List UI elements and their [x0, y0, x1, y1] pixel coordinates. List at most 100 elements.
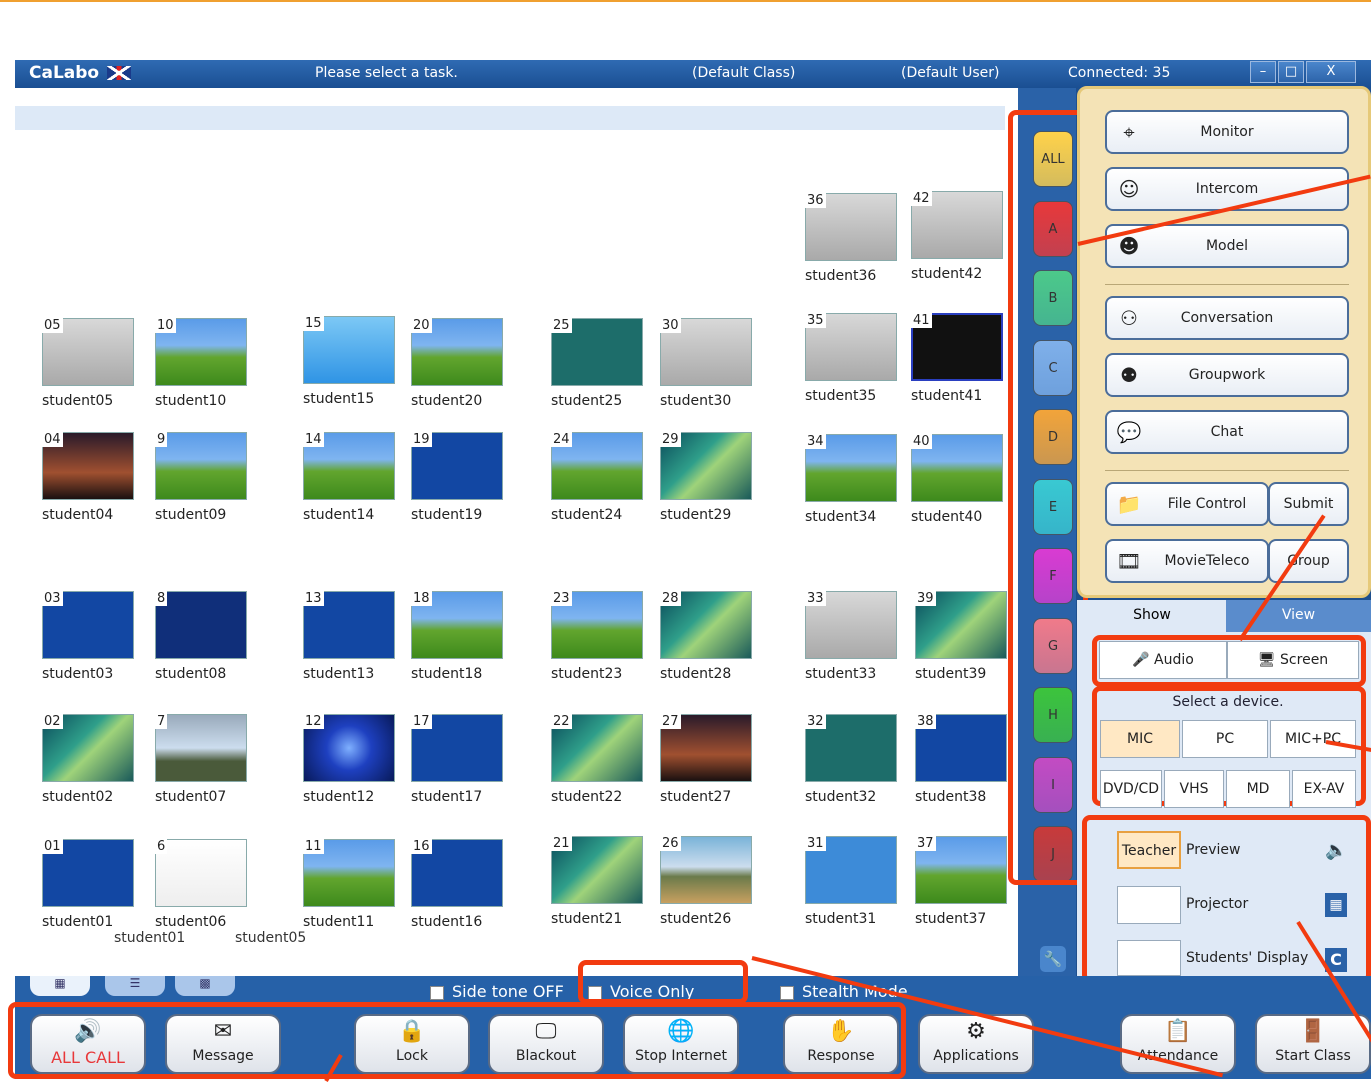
student-tile[interactable]: 11 student11 — [303, 839, 413, 949]
seat-number: 6 — [155, 839, 168, 854]
wrench-icon[interactable]: 🔧 — [1040, 946, 1066, 972]
binoculars-icon: ⌖ — [1123, 120, 1135, 144]
close-button[interactable]: X — [1306, 61, 1356, 83]
student-tile[interactable]: 9 student09 — [155, 432, 265, 542]
student-tile[interactable]: 28 student28 — [660, 591, 770, 701]
blackout-button[interactable]: 🖵 Blackout — [488, 1014, 604, 1074]
thumbnail-view-tab[interactable]: ▦ — [30, 976, 90, 996]
groupwork-button[interactable]: ⚉ Groupwork — [1105, 353, 1349, 397]
student-tile[interactable]: 27 student27 — [660, 714, 770, 824]
student-name: student03 — [42, 666, 114, 682]
conversation-button[interactable]: ⚇ Conversation — [1105, 296, 1349, 340]
stop-internet-button[interactable]: 🌐 Stop Internet — [623, 1014, 739, 1074]
student-name: student26 — [660, 911, 732, 927]
response-button[interactable]: ✋ Response — [783, 1014, 899, 1074]
student-tile[interactable]: 29 student29 — [660, 432, 770, 542]
grid-view-tab[interactable]: ▩ — [175, 976, 235, 996]
student-name: student20 — [411, 393, 483, 409]
student-tile[interactable]: 33 student33 — [805, 591, 915, 701]
student-tile[interactable]: 04 student04 — [42, 432, 152, 542]
student-tile[interactable]: 30 student30 — [660, 318, 770, 428]
device-mic[interactable]: MIC — [1100, 720, 1180, 758]
student-tile[interactable]: 35 student35 — [805, 313, 915, 423]
student-tile[interactable]: 02 student02 — [42, 714, 152, 824]
seat-number: 23 — [551, 591, 572, 606]
student-tile[interactable]: 36 student36 — [805, 193, 915, 303]
student-tile[interactable]: 40 student40 — [911, 434, 1021, 544]
seat-number: 36 — [805, 193, 826, 208]
stealth-mode-checkbox[interactable] — [780, 985, 794, 1000]
teacher-preview-toggle[interactable]: Teacher — [1117, 831, 1181, 869]
user-name: (Default User) — [901, 65, 1000, 81]
student-tile[interactable]: 18 student18 — [411, 591, 521, 701]
student-tile[interactable]: 22 student22 — [551, 714, 661, 824]
student-tile[interactable]: 23 student23 — [551, 591, 661, 701]
message-button[interactable]: ✉ Message — [165, 1014, 281, 1074]
student-name: student35 — [805, 388, 877, 404]
uk-flag-icon[interactable] — [107, 66, 132, 80]
speaker-icon[interactable]: 🔈 — [1325, 840, 1347, 861]
student-tile[interactable]: 10 student10 — [155, 318, 265, 428]
minimize-button[interactable]: – — [1250, 61, 1276, 83]
screen-thumbnail[interactable] — [155, 839, 247, 907]
student-name: student32 — [805, 789, 877, 805]
student-tile[interactable]: 24 student24 — [551, 432, 661, 542]
student-tile[interactable]: 41 student41 — [911, 313, 1021, 423]
student-tile[interactable]: 14 student14 — [303, 432, 413, 542]
student-tile[interactable]: 20 student20 — [411, 318, 521, 428]
device-mic-pc[interactable]: MIC+PC — [1270, 720, 1356, 758]
student-tile[interactable]: 26 student26 — [660, 836, 770, 946]
student-tile[interactable]: 13 student13 — [303, 591, 413, 701]
student-tile[interactable]: 19 student19 — [411, 432, 521, 542]
device-pc[interactable]: PC — [1182, 720, 1268, 758]
tab-show[interactable]: Show — [1080, 600, 1224, 632]
side-tone-checkbox[interactable] — [430, 985, 444, 1000]
chat-button[interactable]: 💬 Chat — [1105, 410, 1349, 454]
student-tile[interactable]: 05 student05 — [42, 318, 152, 428]
student-tile[interactable]: 32 student32 — [805, 714, 915, 824]
student-tile[interactable]: 42 student42 — [911, 191, 1021, 301]
seat-number: 38 — [915, 714, 936, 729]
student-tile[interactable]: 03 student03 — [42, 591, 152, 701]
student-tile[interactable]: 34 student34 — [805, 434, 915, 544]
seat-number: 41 — [911, 313, 932, 328]
seat-number: 29 — [660, 432, 681, 447]
seating-header-strip — [15, 106, 1005, 130]
seat-number: 03 — [42, 591, 63, 606]
audio-button[interactable]: 🎤 Audio — [1099, 641, 1227, 679]
students-display-toggle[interactable] — [1117, 940, 1181, 976]
file-control-button[interactable]: 📁 File Control — [1105, 482, 1269, 526]
student-tile[interactable]: 8 student08 — [155, 591, 265, 701]
student-tile[interactable]: 25 student25 — [551, 318, 661, 428]
start-class-button[interactable]: 🚪 Start Class — [1255, 1014, 1371, 1074]
screen-button[interactable]: 🖥 Screen — [1227, 641, 1359, 679]
monitor-button[interactable]: ⌖ Monitor — [1105, 110, 1349, 154]
device-md[interactable]: MD — [1226, 770, 1290, 808]
list-view-tab[interactable]: ☰ — [105, 976, 165, 996]
screen-thumbnail[interactable] — [155, 591, 247, 659]
student-tile[interactable]: 21 student21 — [551, 836, 661, 946]
speech-bubble-icon: 💬 — [1116, 420, 1142, 444]
lock-button[interactable]: 🔒 Lock — [354, 1014, 470, 1074]
projector-icon[interactable]: ▦ — [1325, 893, 1347, 917]
student-tile[interactable]: 31 student31 — [805, 836, 915, 946]
pair-icon: ⚇ — [1120, 306, 1138, 330]
maximize-button[interactable]: □ — [1278, 61, 1304, 83]
student-tile[interactable]: 16 student16 — [411, 839, 521, 949]
screen-thumbnail[interactable] — [155, 714, 247, 782]
student-name: student12 — [303, 789, 375, 805]
student-tile[interactable]: 17 student17 — [411, 714, 521, 824]
student-tile[interactable]: 15 student15 — [303, 316, 413, 426]
screen-thumbnail[interactable] — [155, 432, 247, 500]
device-dvd-cd[interactable]: DVD/CD — [1100, 770, 1162, 808]
seat-number: 17 — [411, 714, 432, 729]
movieteleco-button[interactable]: 🎞 MovieTeleco — [1105, 539, 1269, 583]
all-call-button[interactable]: 🔊 ALL CALL — [30, 1014, 146, 1074]
projector-toggle[interactable] — [1117, 886, 1181, 924]
student-tile[interactable]: 12 student12 — [303, 714, 413, 824]
device-ex-av[interactable]: EX-AV — [1292, 770, 1356, 808]
device-vhs[interactable]: VHS — [1164, 770, 1224, 808]
side-tone-option[interactable]: Side tone OFF — [430, 982, 564, 1001]
student-tile[interactable]: 7 student07 — [155, 714, 265, 824]
submit-button[interactable]: Submit — [1268, 482, 1349, 526]
